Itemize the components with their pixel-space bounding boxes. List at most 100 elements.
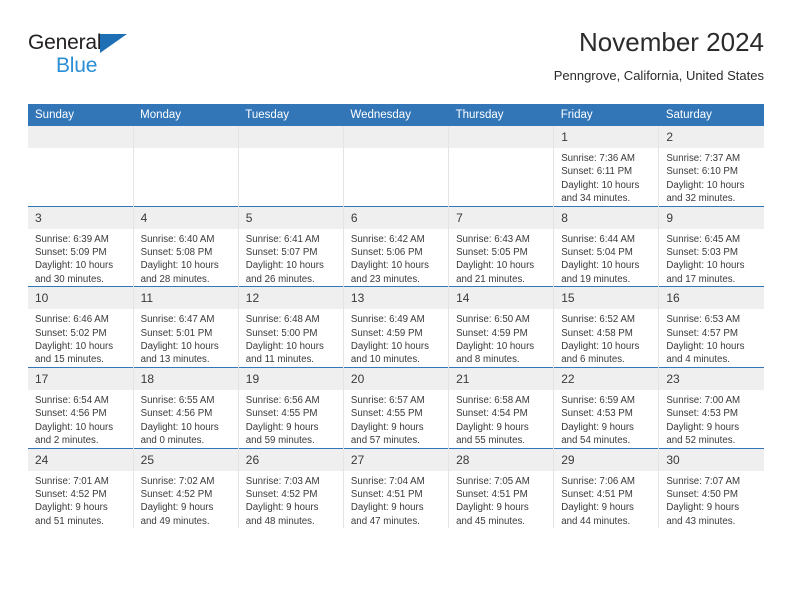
- calendar-day-cell[interactable]: 28 Sunrise: 7:05 AM Sunset: 4:51 PM Dayligh…: [448, 447, 554, 529]
- calendar-day-cell[interactable]: 16 Sunrise: 6:53 AM Sunset: 4:57 PM Dayligh…: [658, 286, 764, 368]
- daylight-text-line1: Daylight: 10 hours: [35, 260, 114, 272]
- day-details: Sunrise: 7:02 AM Sunset: 4:52 PM Daylight:…: [134, 471, 238, 529]
- calendar-day-cell[interactable]: 23 Sunrise: 7:00 AM Sunset: 4:53 PM Dayligh…: [658, 366, 764, 448]
- sunset-text: Sunset: 4:51 PM: [456, 488, 528, 500]
- day-number: 23: [659, 367, 764, 390]
- calendar-day-cell[interactable]: 4 Sunrise: 6:40 AM Sunset: 5:08 PM Daylight…: [132, 205, 239, 287]
- calendar-day-cell[interactable]: 25 Sunrise: 7:02 AM Sunset: 4:52 PM Dayligh…: [132, 447, 239, 529]
- daylight-text-line1: Daylight: 10 hours: [350, 341, 430, 353]
- calendar-day-cell[interactable]: 26 Sunrise: 7:03 AM Sunset: 4:52 PM Dayligh…: [237, 447, 344, 529]
- daylight-text-line1: Daylight: 9 hours: [245, 421, 319, 433]
- sunrise-text: Sunrise: 6:58 AM: [456, 394, 530, 406]
- calendar-day-cell-empty[interactable]: [132, 126, 239, 207]
- daylight-text-line2: and 43 minutes.: [666, 515, 736, 527]
- day-number: 9: [659, 206, 764, 229]
- calendar-day-cell[interactable]: 22 Sunrise: 6:59 AM Sunset: 4:53 PM Dayligh…: [553, 366, 659, 448]
- column-header-monday: Monday: [133, 104, 239, 126]
- day-details: Sunrise: 6:50 AM Sunset: 4:59 PM Daylight:…: [449, 309, 553, 367]
- day-number: 4: [133, 206, 238, 229]
- calendar-day-cell[interactable]: 17 Sunrise: 6:54 AM Sunset: 4:56 PM Dayligh…: [28, 366, 134, 448]
- calendar-week-row: 1 Sunrise: 7:36 AM Sunset: 6:11 PM Daylight…: [28, 126, 764, 207]
- calendar-day-cell-empty[interactable]: [237, 126, 344, 207]
- day-number: 15: [554, 287, 659, 310]
- sunset-text: Sunset: 5:04 PM: [561, 247, 633, 259]
- calendar-day-cell[interactable]: 13 Sunrise: 6:49 AM Sunset: 4:59 PM Dayligh…: [342, 286, 449, 368]
- daylight-text-line1: Daylight: 9 hours: [561, 502, 634, 514]
- day-details: Sunrise: 7:05 AM Sunset: 4:51 PM Daylight:…: [449, 471, 553, 529]
- daylight-text-line2: and 55 minutes.: [456, 435, 525, 447]
- day-number: [343, 126, 449, 148]
- calendar-day-cell[interactable]: 21 Sunrise: 6:58 AM Sunset: 4:54 PM Dayligh…: [448, 366, 554, 448]
- calendar-day-cell-empty[interactable]: [342, 126, 449, 207]
- daylight-text-line2: and 4 minutes.: [666, 354, 730, 366]
- daylight-text-line2: and 28 minutes.: [140, 273, 210, 285]
- day-number: 16: [659, 287, 764, 310]
- sunset-text: Sunset: 4:51 PM: [350, 488, 423, 500]
- daylight-text-line1: Daylight: 10 hours: [140, 421, 219, 433]
- calendar-day-cell[interactable]: 29 Sunrise: 7:06 AM Sunset: 4:51 PM Dayligh…: [553, 447, 659, 529]
- calendar-day-cell-empty[interactable]: [28, 126, 134, 207]
- daylight-text-line1: Daylight: 9 hours: [456, 421, 529, 433]
- calendar-day-cell[interactable]: 2 Sunrise: 7:37 AM Sunset: 6:10 PM Daylight…: [658, 126, 764, 207]
- calendar-day-cell[interactable]: 10 Sunrise: 6:46 AM Sunset: 5:02 PM Dayligh…: [28, 286, 134, 368]
- sunrise-text: Sunrise: 7:37 AM: [666, 153, 741, 164]
- daylight-text-line1: Daylight: 10 hours: [456, 341, 535, 353]
- day-number: 14: [449, 287, 554, 310]
- day-details: Sunrise: 6:57 AM Sunset: 4:55 PM Daylight:…: [344, 390, 448, 448]
- day-details: Sunrise: 7:03 AM Sunset: 4:52 PM Daylight:…: [239, 471, 343, 529]
- calendar-day-cell[interactable]: 3 Sunrise: 6:39 AM Sunset: 5:09 PM Daylight…: [28, 205, 134, 287]
- day-details: Sunrise: 6:55 AM Sunset: 4:56 PM Daylight:…: [134, 390, 238, 448]
- day-number: 20: [343, 367, 449, 390]
- daylight-text-line2: and 49 minutes.: [140, 515, 210, 527]
- day-number: [28, 126, 133, 148]
- calendar-day-cell[interactable]: 11 Sunrise: 6:47 AM Sunset: 5:01 PM Dayligh…: [132, 286, 239, 368]
- generalblue-logo[interactable]: General Blue: [28, 32, 158, 84]
- day-number: 29: [554, 448, 659, 471]
- day-details: Sunrise: 6:39 AM Sunset: 5:09 PM Daylight:…: [28, 229, 133, 287]
- calendar-day-cell[interactable]: 8 Sunrise: 6:44 AM Sunset: 5:04 PM Daylight…: [553, 205, 659, 287]
- calendar-day-cell[interactable]: 19 Sunrise: 6:56 AM Sunset: 4:55 PM Dayligh…: [237, 366, 344, 448]
- day-details: Sunrise: 6:43 AM Sunset: 5:05 PM Daylight:…: [449, 229, 553, 287]
- calendar-day-cell[interactable]: 1 Sunrise: 7:36 AM Sunset: 6:11 PM Daylight…: [553, 126, 659, 207]
- daylight-text-line2: and 0 minutes.: [140, 435, 205, 447]
- day-details: Sunrise: 7:06 AM Sunset: 4:51 PM Daylight:…: [554, 471, 658, 529]
- day-details: Sunrise: 6:41 AM Sunset: 5:07 PM Daylight:…: [239, 229, 343, 287]
- daylight-text-line1: Daylight: 10 hours: [140, 260, 219, 272]
- calendar-day-cell[interactable]: 24 Sunrise: 7:01 AM Sunset: 4:52 PM Dayligh…: [28, 447, 134, 529]
- daylight-text-line2: and 48 minutes.: [245, 515, 315, 527]
- calendar-day-cell[interactable]: 9 Sunrise: 6:45 AM Sunset: 5:03 PM Daylight…: [658, 205, 764, 287]
- day-number: 28: [449, 448, 554, 471]
- calendar-day-cell[interactable]: 12 Sunrise: 6:48 AM Sunset: 5:00 PM Dayligh…: [237, 286, 344, 368]
- calendar-day-cell[interactable]: 14 Sunrise: 6:50 AM Sunset: 4:59 PM Dayligh…: [448, 286, 554, 368]
- day-details: Sunrise: 6:46 AM Sunset: 5:02 PM Daylight:…: [28, 309, 133, 367]
- sunset-text: Sunset: 5:02 PM: [35, 327, 107, 339]
- day-details: Sunrise: 6:45 AM Sunset: 5:03 PM Daylight:…: [659, 229, 764, 287]
- sunset-text: Sunset: 4:52 PM: [245, 488, 318, 500]
- daylight-text-line2: and 34 minutes.: [561, 193, 631, 205]
- daylight-text-line1: Daylight: 10 hours: [666, 179, 745, 191]
- sunset-text: Sunset: 5:00 PM: [245, 327, 318, 339]
- calendar-day-cell-empty[interactable]: [448, 126, 554, 207]
- daylight-text-line1: Daylight: 9 hours: [350, 502, 424, 514]
- day-number: 27: [343, 448, 449, 471]
- day-details: Sunrise: 6:53 AM Sunset: 4:57 PM Daylight:…: [659, 309, 764, 367]
- daylight-text-line2: and 52 minutes.: [666, 435, 736, 447]
- day-details: Sunrise: 6:42 AM Sunset: 5:06 PM Daylight:…: [344, 229, 448, 287]
- calendar-day-cell[interactable]: 20 Sunrise: 6:57 AM Sunset: 4:55 PM Dayligh…: [342, 366, 449, 448]
- daylight-text-line2: and 13 minutes.: [140, 354, 210, 366]
- calendar-day-cell[interactable]: 7 Sunrise: 6:43 AM Sunset: 5:05 PM Daylight…: [448, 205, 554, 287]
- day-details: Sunrise: 6:54 AM Sunset: 4:56 PM Daylight:…: [28, 390, 133, 448]
- calendar-day-cell[interactable]: 30 Sunrise: 7:07 AM Sunset: 4:50 PM Dayligh…: [658, 447, 764, 529]
- sunset-text: Sunset: 4:56 PM: [140, 408, 213, 420]
- daylight-text-line2: and 15 minutes.: [35, 354, 104, 366]
- calendar-day-cell[interactable]: 6 Sunrise: 6:42 AM Sunset: 5:06 PM Daylight…: [342, 205, 449, 287]
- calendar-day-cell[interactable]: 27 Sunrise: 7:04 AM Sunset: 4:51 PM Dayligh…: [342, 447, 449, 529]
- daylight-text-line1: Daylight: 9 hours: [140, 502, 214, 514]
- calendar-day-cell[interactable]: 15 Sunrise: 6:52 AM Sunset: 4:58 PM Dayligh…: [553, 286, 659, 368]
- daylight-text-line1: Daylight: 9 hours: [350, 421, 424, 433]
- calendar-day-cell[interactable]: 18 Sunrise: 6:55 AM Sunset: 4:56 PM Dayligh…: [132, 366, 239, 448]
- day-details: Sunrise: 6:44 AM Sunset: 5:04 PM Daylight:…: [554, 229, 658, 287]
- calendar-day-cell[interactable]: 5 Sunrise: 6:41 AM Sunset: 5:07 PM Daylight…: [237, 205, 344, 287]
- page-subtitle: Penngrove, California, United States: [553, 68, 764, 83]
- sunrise-text: Sunrise: 7:01 AM: [35, 475, 109, 487]
